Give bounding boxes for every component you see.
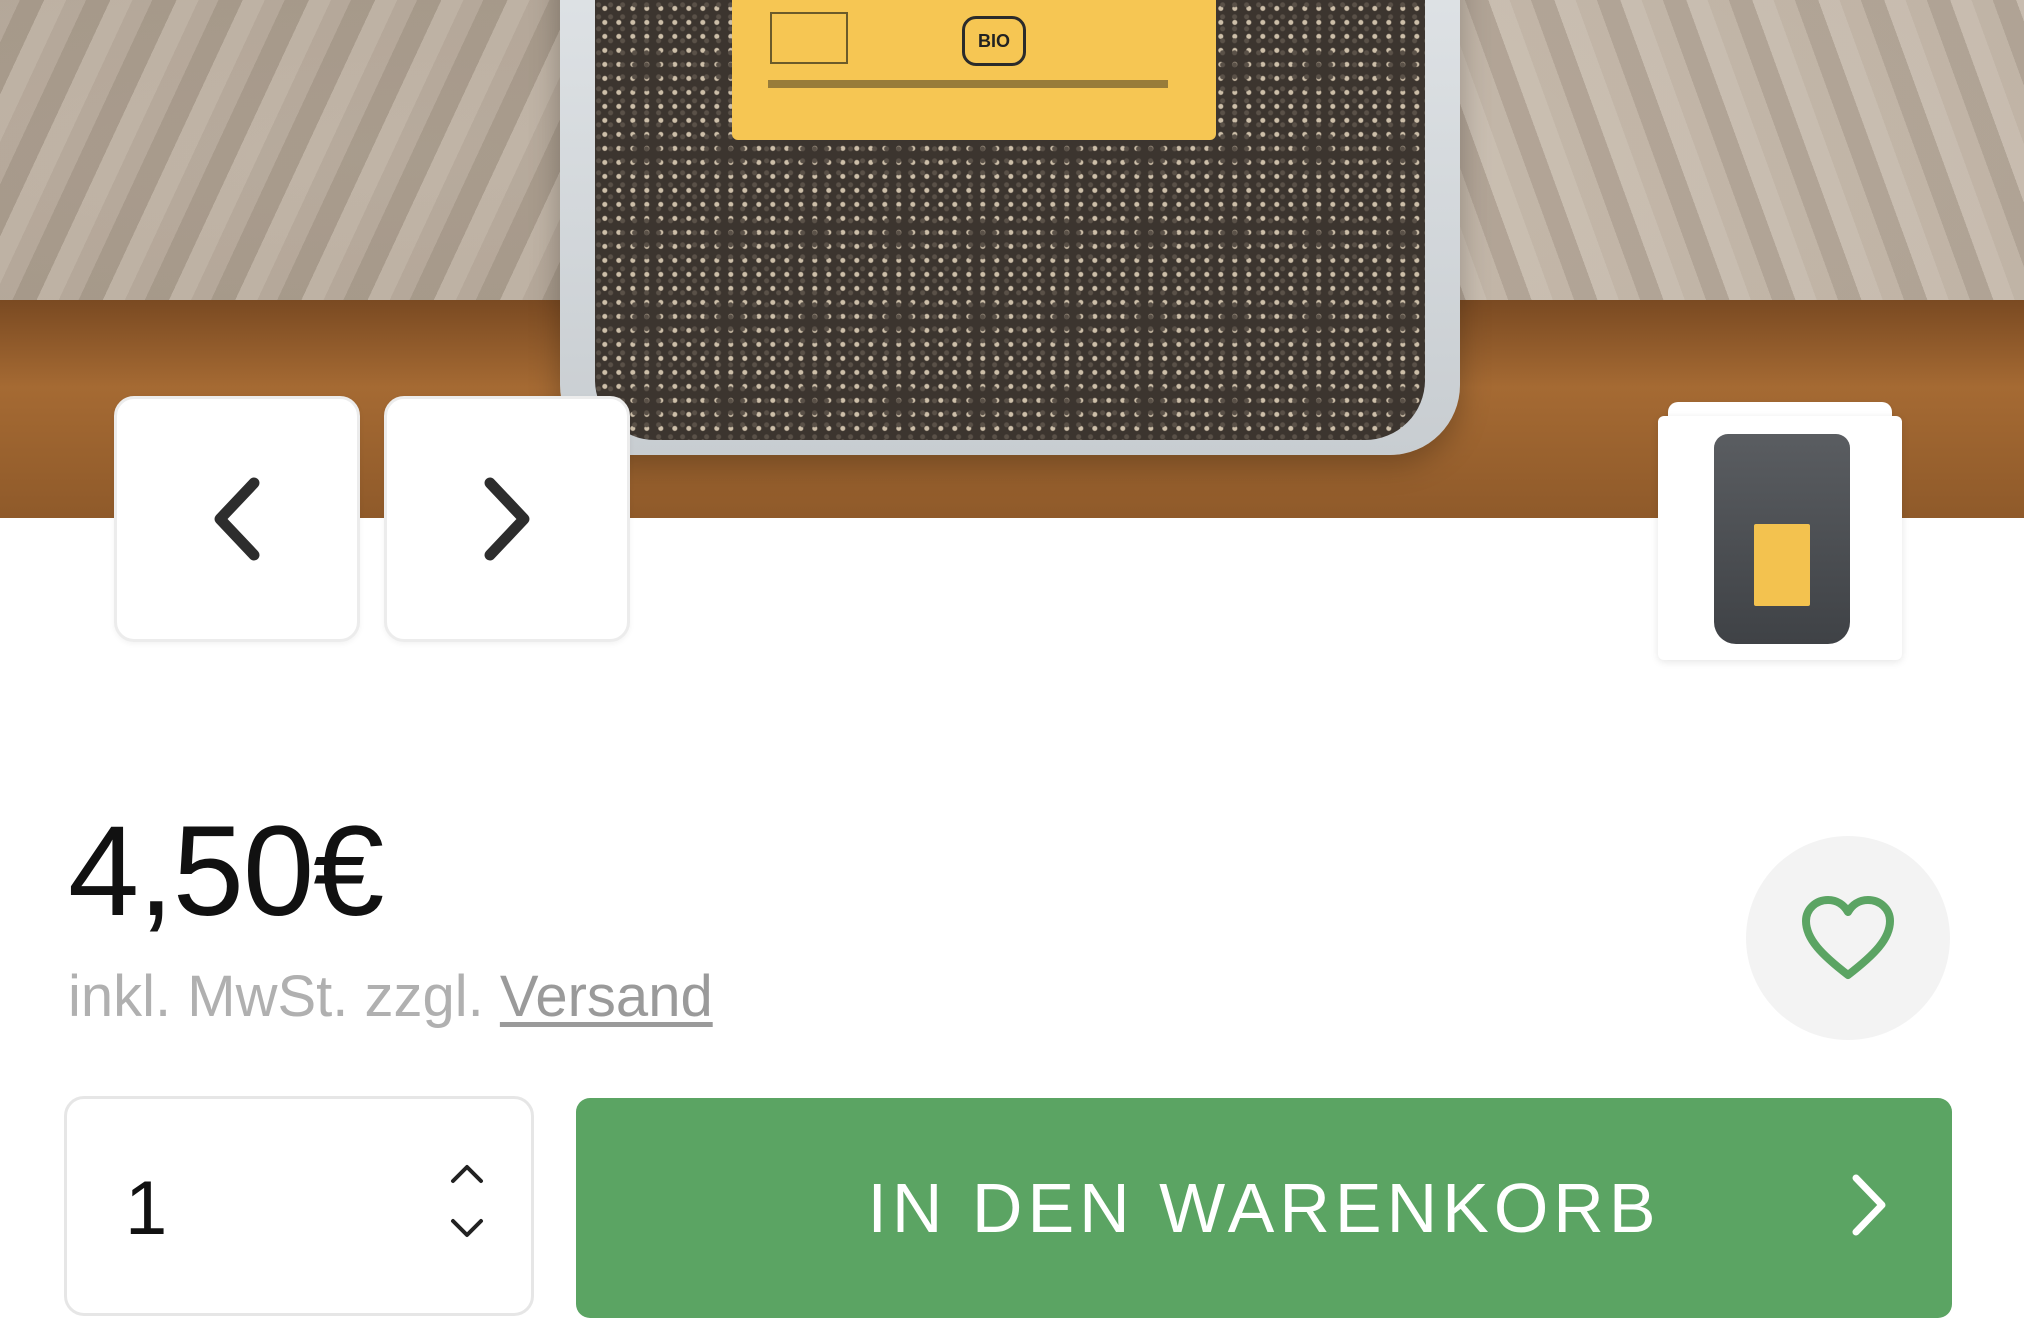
chevron-down-icon[interactable] bbox=[447, 1215, 487, 1243]
product-price: 4,50€ bbox=[68, 800, 384, 943]
gallery-thumbnail[interactable] bbox=[1658, 402, 1902, 660]
chevron-right-icon bbox=[484, 477, 530, 561]
quantity-stepper[interactable]: 1 bbox=[64, 1096, 534, 1316]
gallery-prev-button[interactable] bbox=[114, 396, 360, 642]
shipping-link[interactable]: Versand bbox=[500, 964, 713, 1029]
add-to-cart-label: IN DEN WARENKORB bbox=[867, 1169, 1661, 1247]
thumbnail-label bbox=[1754, 524, 1810, 606]
label-text-lines bbox=[768, 80, 1168, 88]
quantity-value[interactable]: 1 bbox=[125, 1165, 167, 1252]
bio-seal: BIO bbox=[962, 16, 1026, 66]
tax-info: inkl. MwSt. zzgl. Versand bbox=[68, 968, 713, 1026]
add-to-cart-button[interactable]: IN DEN WARENKORB bbox=[576, 1098, 1952, 1318]
thumbnail-image[interactable] bbox=[1658, 416, 1902, 660]
chevron-up-icon[interactable] bbox=[447, 1159, 487, 1187]
eu-organic-logo bbox=[770, 12, 848, 64]
heart-icon bbox=[1802, 896, 1894, 979]
chevron-right-icon bbox=[1852, 1174, 1886, 1236]
tax-info-text: inkl. MwSt. zzgl. bbox=[68, 964, 484, 1029]
wishlist-button[interactable] bbox=[1746, 836, 1950, 1040]
chevron-left-icon bbox=[214, 477, 260, 561]
product-label: BIO bbox=[732, 0, 1216, 140]
gallery-next-button[interactable] bbox=[384, 396, 630, 642]
